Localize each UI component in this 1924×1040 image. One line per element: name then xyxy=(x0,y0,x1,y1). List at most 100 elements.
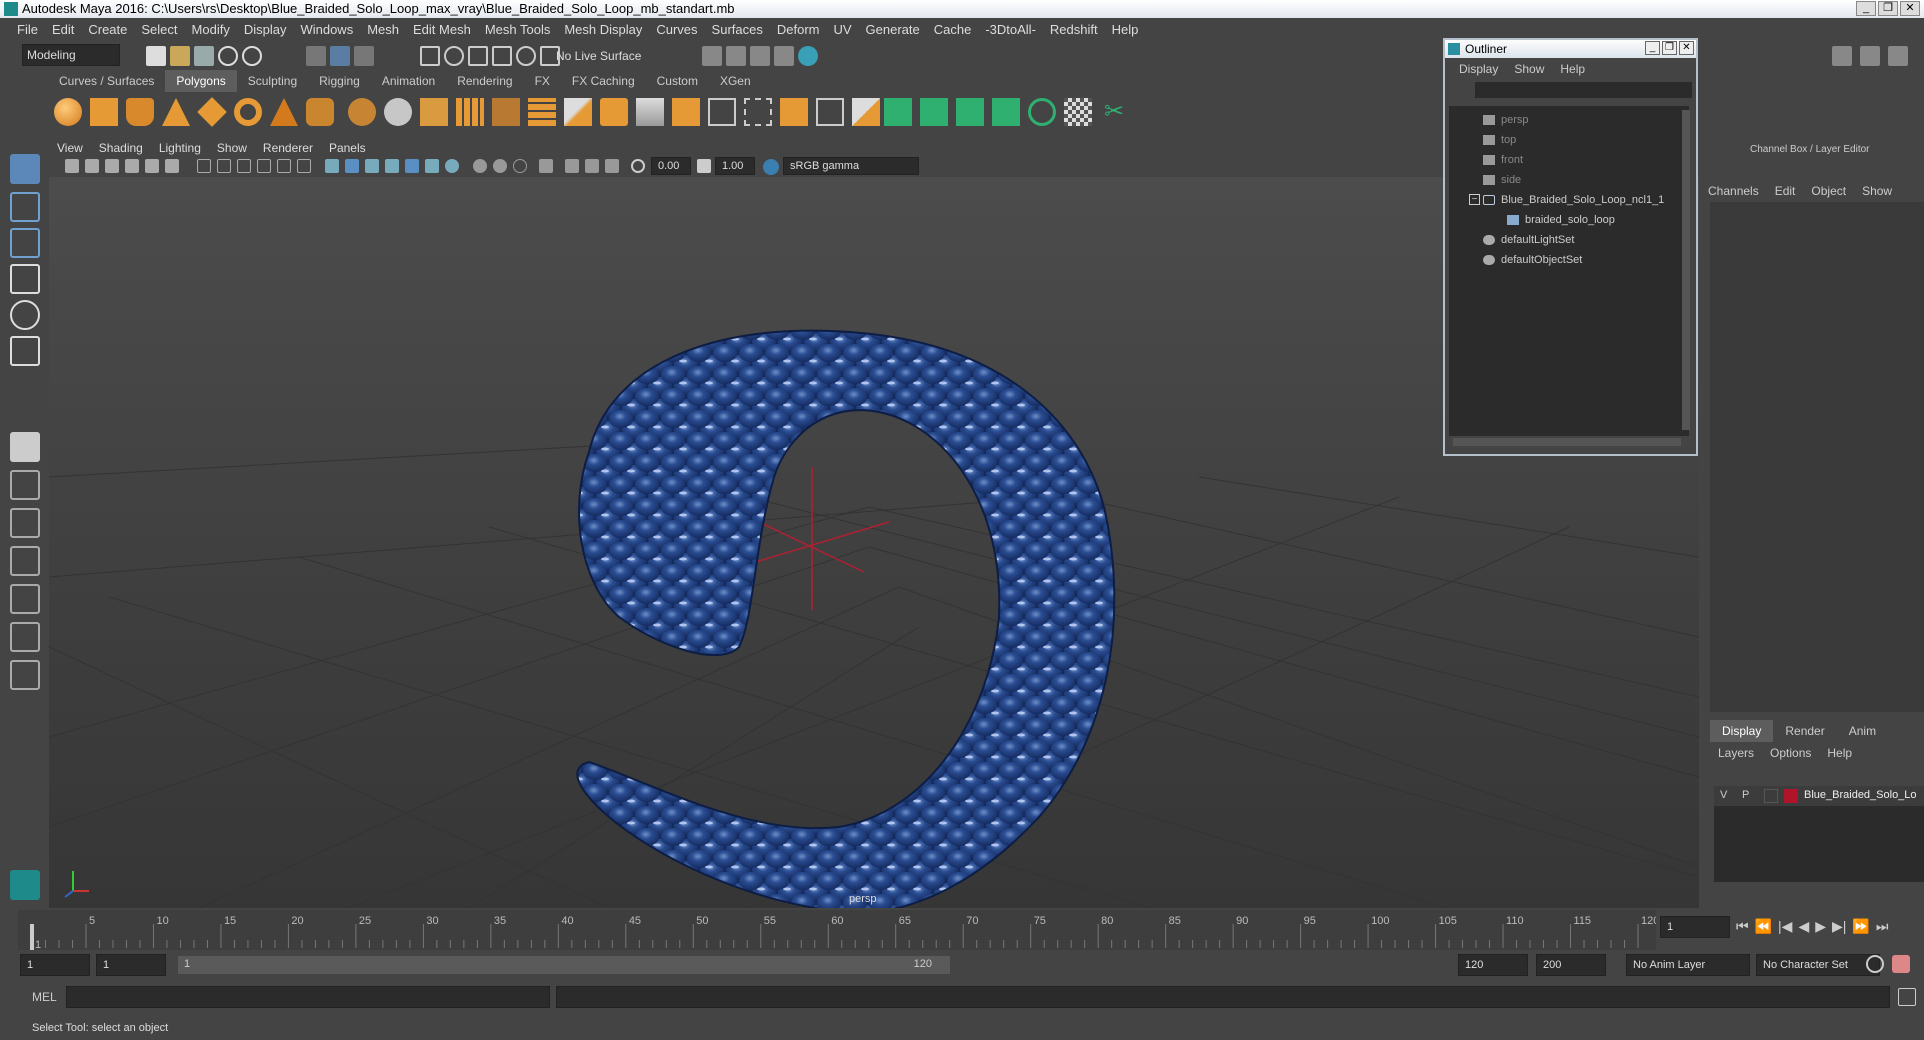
layer-type-toggle[interactable] xyxy=(1764,789,1778,803)
uv-unfold-icon[interactable] xyxy=(1028,98,1056,126)
menu-curves[interactable]: Curves xyxy=(649,22,704,37)
outliner-titlebar[interactable]: Outliner _ ❐ ✕ xyxy=(1445,40,1696,58)
maximize-button[interactable]: ❐ xyxy=(1878,1,1898,16)
menu-deform[interactable]: Deform xyxy=(770,22,827,37)
outliner-hscrollbar[interactable] xyxy=(1453,438,1681,446)
menu-redshift[interactable]: Redshift xyxy=(1043,22,1105,37)
shelf-tab-curves-surfaces[interactable]: Curves / Surfaces xyxy=(48,70,165,92)
four-view-layout-icon[interactable] xyxy=(10,470,40,500)
offset-edge-loop-icon[interactable] xyxy=(744,98,772,126)
viewport-menu-lighting[interactable]: Lighting xyxy=(151,141,209,155)
snap-view-icon[interactable] xyxy=(492,46,512,66)
expand-layout-icon[interactable] xyxy=(10,660,40,690)
script-editor-icon[interactable] xyxy=(1898,988,1916,1006)
channelbox-menu-channels[interactable]: Channels xyxy=(1700,180,1767,202)
render-view-icon[interactable] xyxy=(702,46,722,66)
layer-menu-options[interactable]: Options xyxy=(1762,742,1819,764)
xray-icon[interactable] xyxy=(565,159,579,173)
outliner-menu-show[interactable]: Show xyxy=(1506,62,1552,76)
expand-collapse-toggle[interactable]: − xyxy=(1469,194,1480,205)
textured-icon[interactable] xyxy=(385,159,399,173)
layer-row[interactable]: V P Blue_Braided_Solo_Lo xyxy=(1714,786,1924,806)
shelf-tab-rendering[interactable]: Rendering xyxy=(446,70,523,92)
shelf-tab-xgen[interactable]: XGen xyxy=(709,70,762,92)
view-transform-dropdown[interactable]: sRGB gamma xyxy=(783,157,919,175)
menu-select[interactable]: Select xyxy=(134,22,184,37)
hypershade-layout-icon[interactable] xyxy=(10,622,40,652)
outliner-minimize-button[interactable]: _ xyxy=(1645,41,1660,55)
paint-select-icon[interactable] xyxy=(10,228,40,258)
channelbox-menu-object[interactable]: Object xyxy=(1803,180,1854,202)
extrude-icon[interactable] xyxy=(528,98,556,126)
gate-mask-icon[interactable] xyxy=(257,159,271,173)
anim-layer-dropdown[interactable]: No Anim Layer xyxy=(1626,954,1750,976)
outliner-item[interactable]: persp xyxy=(1483,110,1529,130)
viewport-menu-renderer[interactable]: Renderer xyxy=(255,141,321,155)
uv-spherical-icon[interactable] xyxy=(956,98,984,126)
animation-end-field[interactable]: 200 xyxy=(1536,954,1606,976)
menu-windows[interactable]: Windows xyxy=(293,22,360,37)
insert-edge-loop-icon[interactable] xyxy=(708,98,736,126)
lasso-tool-icon[interactable] xyxy=(10,192,40,222)
mirror-icon[interactable] xyxy=(420,98,448,126)
snap-curve-icon[interactable] xyxy=(444,46,464,66)
go-to-end-icon[interactable]: ⏭ xyxy=(1876,918,1889,935)
poly-plane-icon[interactable] xyxy=(197,97,227,127)
grid-toggle-icon[interactable] xyxy=(197,159,211,173)
collapse-icon[interactable] xyxy=(816,98,844,126)
uv-checker-icon[interactable] xyxy=(1064,98,1092,126)
close-button[interactable]: ✕ xyxy=(1900,1,1920,16)
shelf-tab-sculpting[interactable]: Sculpting xyxy=(237,70,308,92)
viewport-menu-show[interactable]: Show xyxy=(209,141,255,155)
field-chart-icon[interactable] xyxy=(277,159,291,173)
uv-planar-icon[interactable] xyxy=(884,98,912,126)
film-gate-icon[interactable] xyxy=(217,159,231,173)
select-hierarchy-icon[interactable] xyxy=(306,46,326,66)
shelf-tab-animation[interactable]: Animation xyxy=(371,70,446,92)
xray-components-icon[interactable] xyxy=(605,159,619,173)
smooth-shade-icon[interactable] xyxy=(345,159,359,173)
ambient-occlusion-icon[interactable] xyxy=(445,159,459,173)
outliner-window[interactable]: Outliner _ ❐ ✕ Display Show Help persp top f… xyxy=(1443,38,1698,456)
layer-tab-display[interactable]: Display xyxy=(1710,720,1774,742)
ipr-render-icon[interactable] xyxy=(750,46,770,66)
isolate-select-icon[interactable] xyxy=(539,159,553,173)
outliner-item[interactable]: top xyxy=(1483,130,1516,150)
render-settings-icon[interactable] xyxy=(774,46,794,66)
camera-attributes-icon[interactable] xyxy=(85,159,99,173)
menu-mesh-tools[interactable]: Mesh Tools xyxy=(478,22,558,37)
playback-start-field[interactable]: 1 xyxy=(96,954,166,976)
undo-icon[interactable] xyxy=(218,46,238,66)
bevel-icon[interactable] xyxy=(492,98,520,126)
camera-select-icon[interactable] xyxy=(65,159,79,173)
safe-action-icon[interactable] xyxy=(297,159,311,173)
command-input[interactable] xyxy=(66,986,550,1008)
layer-name[interactable]: Blue_Braided_Solo_Lo xyxy=(1804,789,1917,801)
shelf-tab-fx-caching[interactable]: FX Caching xyxy=(561,70,646,92)
poly-pipe-icon[interactable] xyxy=(306,98,334,126)
tool-settings-icon[interactable] xyxy=(1888,46,1908,66)
scale-tool-icon[interactable] xyxy=(10,336,40,366)
minimize-button[interactable]: _ xyxy=(1856,1,1876,16)
color-management-icon[interactable] xyxy=(763,159,779,175)
layer-playback-toggle[interactable]: P xyxy=(1742,789,1749,801)
outliner-item[interactable]: Blue_Braided_Solo_Loop_ncl1_1 xyxy=(1483,190,1664,210)
outliner-scrollbar[interactable] xyxy=(1682,110,1690,430)
grease-pencil-icon[interactable] xyxy=(165,159,179,173)
step-back-key-icon[interactable]: ⏪ xyxy=(1755,918,1772,935)
move-tool-icon[interactable] xyxy=(10,264,40,294)
viewport-menu-panels[interactable]: Panels xyxy=(321,141,374,155)
outliner-maximize-button[interactable]: ❐ xyxy=(1662,41,1677,55)
rotate-tool-icon[interactable] xyxy=(10,300,40,330)
channelbox-menu-edit[interactable]: Edit xyxy=(1767,180,1804,202)
menu-file[interactable]: File xyxy=(10,22,45,37)
current-time-marker[interactable] xyxy=(30,924,34,950)
anti-aliasing-icon[interactable] xyxy=(493,159,507,173)
outliner-search-field[interactable] xyxy=(1475,82,1692,98)
persp-outliner-layout-icon[interactable] xyxy=(10,584,40,614)
menu-uv[interactable]: UV xyxy=(826,22,858,37)
outliner-menu-display[interactable]: Display xyxy=(1451,62,1506,76)
menu-edit-mesh[interactable]: Edit Mesh xyxy=(406,22,478,37)
range-slider[interactable]: 1 120 xyxy=(178,956,950,974)
poly-cylinder-icon[interactable] xyxy=(126,98,154,126)
